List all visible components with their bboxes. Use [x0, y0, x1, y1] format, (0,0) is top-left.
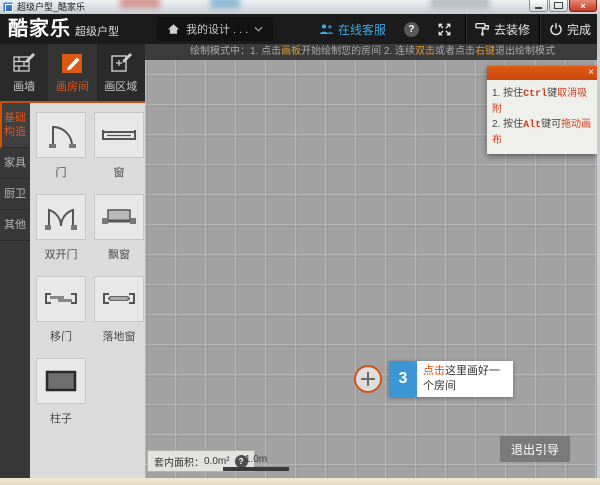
palette-item-french-window[interactable]: 落地窗 — [94, 276, 144, 344]
scale-indicator: 1.0m — [223, 454, 289, 471]
sliding-door-icon — [41, 283, 81, 315]
hint-keyword: 双击 — [415, 46, 435, 57]
paint-roller-icon — [475, 22, 490, 36]
online-support-button[interactable]: 在线客服 — [310, 14, 395, 44]
notice-header: × — [487, 66, 597, 80]
os-titlebar: 超级户型_酷家乐 × — [0, 0, 600, 14]
palette-item-label: 门 — [56, 164, 67, 180]
help-button[interactable]: ? — [395, 14, 428, 44]
hint-keyword: 画板 — [281, 46, 301, 57]
guide-step-badge: 3 — [389, 361, 417, 397]
guide-tooltip: 3 点击这里画好一个房间 — [389, 361, 513, 397]
tool-draw-area[interactable]: 画区域 — [97, 44, 145, 101]
hint-text: 退出绘制模式 — [495, 46, 555, 57]
palette-item-label: 落地窗 — [103, 328, 136, 344]
scale-label: 1.0m — [223, 454, 289, 465]
support-people-icon — [319, 23, 334, 35]
app-logo: 酷家乐 — [8, 14, 71, 44]
draw-wall-icon — [12, 51, 36, 75]
window-title: 超级户型_酷家乐 — [17, 1, 85, 13]
chevron-down-icon — [254, 26, 263, 32]
minimize-icon — [535, 7, 542, 9]
background-blur — [120, 0, 160, 8]
my-designs-menu[interactable]: 我的设计 . . . — [157, 17, 273, 41]
home-icon — [167, 23, 180, 35]
finish-label: 完成 — [567, 21, 591, 38]
minimize-button[interactable] — [529, 0, 548, 12]
palette-item-label: 双开门 — [45, 246, 78, 262]
tool-draw-wall[interactable]: 画墙 — [0, 44, 48, 101]
app-icon — [3, 2, 13, 12]
maximize-icon — [554, 2, 563, 9]
draw-area-icon — [109, 51, 133, 75]
hint-text: 绘制模式中：1. 点击 — [190, 46, 281, 57]
my-designs-label: 我的设计 . . . — [186, 21, 248, 37]
hint-text: 或者点击 — [435, 46, 475, 57]
fullscreen-button[interactable] — [428, 14, 465, 44]
draw-mode-hint: 绘制模式中：1. 点击画板开始绘制您的房间 2. 连续双击或者点击右键退出绘制模… — [145, 44, 600, 60]
drawing-canvas[interactable]: 绘制模式中：1. 点击画板开始绘制您的房间 2. 连续双击或者点击右键退出绘制模… — [145, 44, 600, 478]
decorate-label: 去装修 — [494, 21, 530, 38]
guide-tooltip-text: 点击这里画好一个房间 — [417, 361, 513, 397]
hint-keyword: 右键 — [475, 46, 495, 57]
background-blur — [430, 0, 490, 8]
component-palette: 门 窗 — [30, 103, 145, 478]
taskbar-edge — [0, 478, 600, 485]
tool-draw-wall-label: 画墙 — [13, 78, 35, 94]
maximize-button[interactable] — [549, 0, 568, 12]
palette-item-door[interactable]: 门 — [36, 112, 86, 180]
tab-furniture[interactable]: 家具 — [0, 148, 30, 179]
tab-basic-structure[interactable]: 基础构造 — [0, 103, 30, 148]
palette-item-pillar[interactable]: 柱子 — [36, 358, 86, 426]
decorate-button[interactable]: 去装修 — [466, 14, 539, 44]
app-logo-subtitle: 超级户型 — [75, 23, 119, 39]
french-window-icon — [99, 283, 139, 315]
tool-draw-room[interactable]: 画房间 — [48, 44, 96, 101]
fullscreen-expand-icon — [437, 22, 452, 37]
pillar-icon — [41, 365, 81, 397]
palette-item-sliding-door[interactable]: 移门 — [36, 276, 86, 344]
window-icon — [99, 119, 139, 151]
shortcut-notice: × 1. 按住Ctrl键取消吸附 2. 按住Alt键可拖动画布 — [487, 66, 597, 154]
draw-room-icon — [60, 51, 84, 75]
draw-start-target[interactable] — [354, 365, 382, 393]
background-blur — [210, 0, 240, 8]
notice-close-icon[interactable]: × — [588, 66, 594, 80]
online-support-label: 在线客服 — [338, 21, 386, 38]
palette-item-window[interactable]: 窗 — [94, 112, 144, 180]
close-button[interactable]: × — [569, 0, 597, 12]
draw-tools: 画墙 画房间 画区域 — [0, 44, 145, 101]
palette-item-double-door[interactable]: 双开门 — [36, 194, 86, 262]
area-label: 套内面积： — [154, 454, 204, 469]
notice-line-1: 1. 按住Ctrl键取消吸附 — [492, 86, 592, 117]
double-door-icon — [41, 201, 81, 233]
door-icon — [41, 119, 81, 151]
bay-window-icon — [99, 201, 139, 233]
tool-draw-area-label: 画区域 — [104, 78, 137, 94]
palette-item-label: 移门 — [50, 328, 72, 344]
close-icon: × — [580, 1, 585, 11]
finish-button[interactable]: 完成 — [540, 14, 600, 44]
power-icon — [549, 22, 563, 36]
palette-item-label: 窗 — [114, 164, 125, 180]
app-window: 超级户型_酷家乐 × 酷家乐 超级户型 我的设计 . . . — [0, 0, 600, 485]
palette-item-label: 飘窗 — [108, 246, 130, 262]
app-header: 酷家乐 超级户型 我的设计 . . . 在线客服 ? — [0, 14, 600, 44]
tool-draw-room-label: 画房间 — [56, 78, 89, 94]
scale-bar — [223, 467, 289, 471]
notice-line-2: 2. 按住Alt键可拖动画布 — [492, 117, 592, 148]
help-icon: ? — [404, 22, 419, 37]
tab-kitchen-bath[interactable]: 厨卫 — [0, 179, 30, 210]
palette-item-label: 柱子 — [50, 410, 72, 426]
category-tabs: 基础构造 家具 厨卫 其他 — [0, 103, 30, 478]
tab-other[interactable]: 其他 — [0, 210, 30, 241]
hint-text: 开始绘制您的房间 2. 连续 — [301, 46, 415, 57]
exit-guide-button[interactable]: 退出引导 — [500, 436, 570, 462]
palette-item-bay-window[interactable]: 飘窗 — [94, 194, 144, 262]
